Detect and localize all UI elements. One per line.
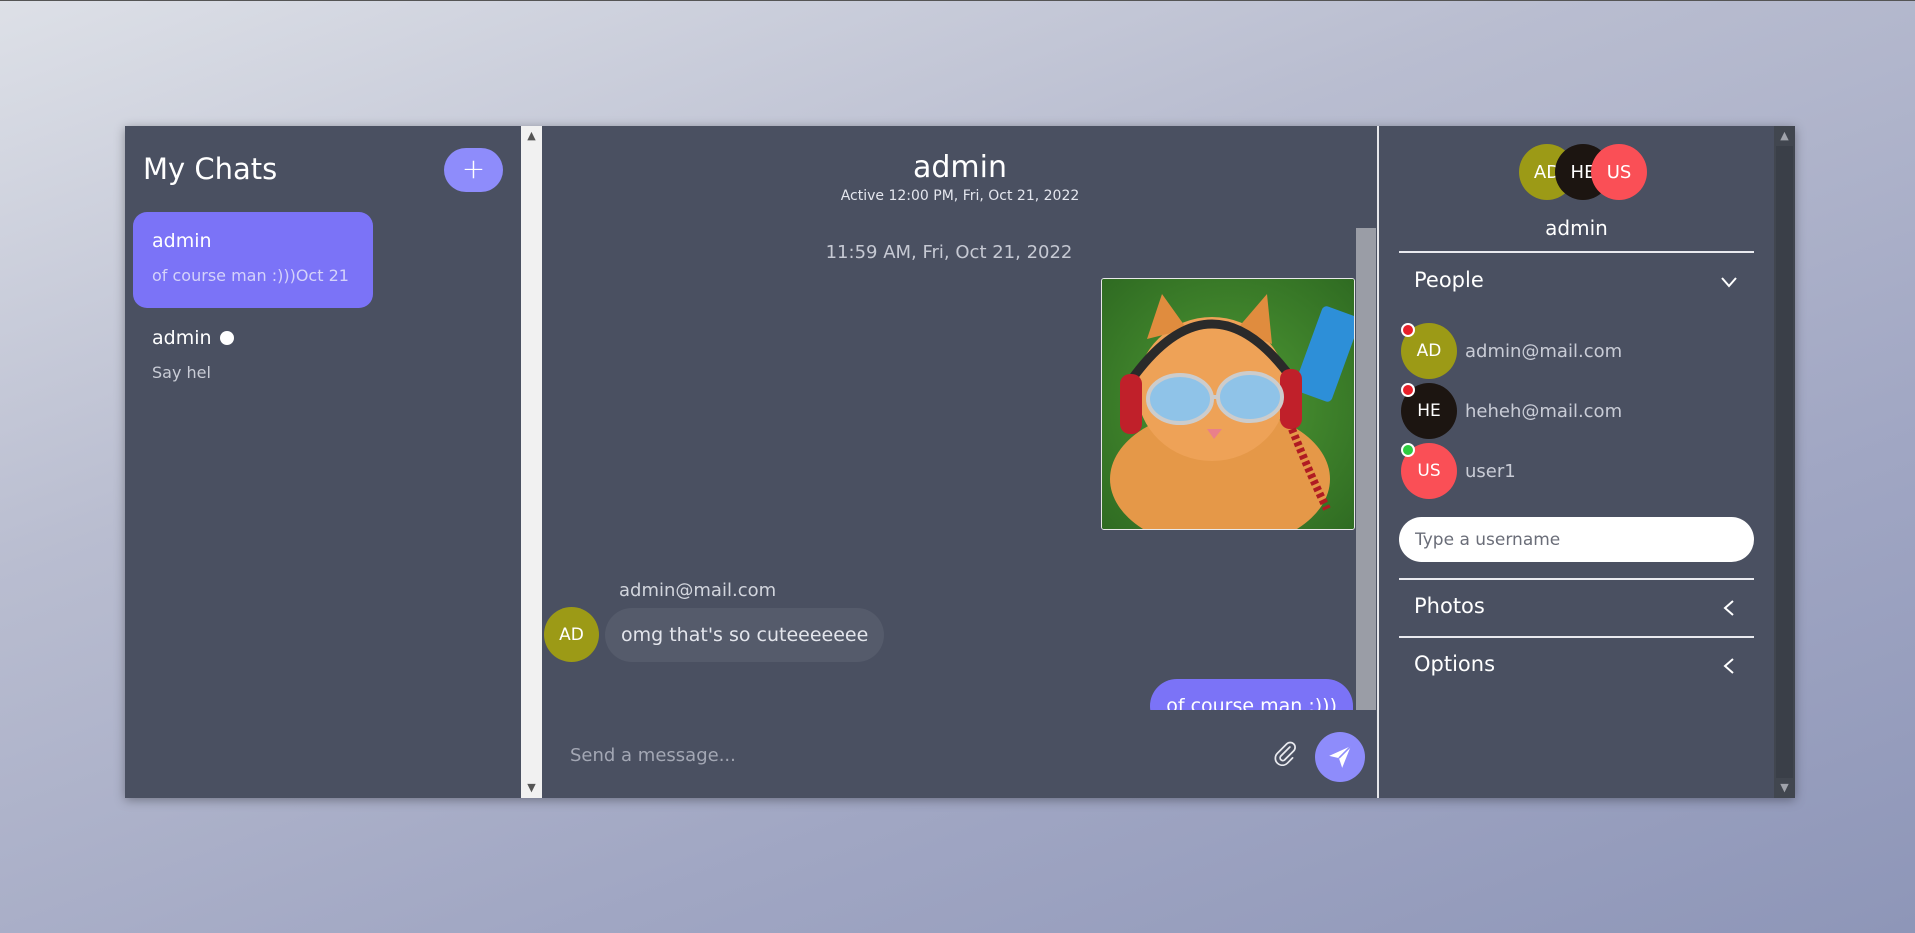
username-input[interactable] [1399,517,1754,562]
new-chat-button[interactable]: + [444,148,503,192]
message-input[interactable] [570,738,1250,772]
divider [1399,251,1754,253]
cat-photo-icon [1102,279,1354,529]
unread-dot-icon [219,331,234,345]
photos-section-header[interactable]: Photos [1399,580,1754,636]
person-row[interactable]: US user1 [1401,443,1751,499]
conversation-title: admin [913,150,1007,185]
message-feed-scrollbar[interactable] [1356,228,1376,710]
chat-name-text: admin [152,230,212,252]
conversation-status: Active 12:00 PM, Fri, Oct 21, 2022 [840,188,1080,204]
chat-list-item[interactable]: admin of course man :)))Oct 21 [133,212,373,308]
send-button[interactable] [1315,732,1365,782]
avatar-initials: AD [1416,341,1442,361]
sender-email: admin@mail.com [619,580,777,601]
person-row[interactable]: HE heheh@mail.com [1401,383,1751,439]
scroll-down-icon[interactable]: ▼ [521,780,542,796]
chat-name-text: admin [152,327,212,349]
message-timestamp: 11:59 AM, Fri, Oct 21, 2022 [825,242,1073,263]
center-scrollbar[interactable]: ▲ ▼ [521,126,542,798]
send-icon [1329,745,1352,768]
status-offline-icon [1401,323,1415,337]
chats-sidebar: My Chats + admin of course man :)))Oct 2… [125,126,521,798]
avatar-initials: US [1417,461,1441,481]
message-feed: 11:59 AM, Fri, Oct 21, 2022 admin@mail.c… [542,228,1378,710]
conversation-panel: admin Active 12:00 PM, Fri, Oct 21, 2022… [542,126,1378,798]
person-email: admin@mail.com [1465,340,1623,362]
person-email: heheh@mail.com [1465,400,1623,422]
chat-app: My Chats + admin of course man :)))Oct 2… [125,126,1795,798]
avatar: HE [1401,383,1457,439]
chat-list-item[interactable]: admin Say hel [133,309,373,405]
scroll-up-icon[interactable]: ▲ [1774,128,1795,144]
chevron-down-icon [1721,277,1737,288]
avatar: AD [1401,323,1457,379]
chat-preview: Say hel [152,363,211,382]
section-label: Photos [1414,594,1485,618]
scroll-up-icon[interactable]: ▲ [521,128,542,144]
sidebar-title: My Chats [143,152,278,186]
chevron-left-icon [1723,600,1734,616]
chat-name: admin [152,230,354,252]
avatar-initials: HE [1417,401,1441,421]
avatar: US [1401,443,1457,499]
status-online-icon [1401,443,1415,457]
chat-details-title: admin [1545,216,1608,240]
message-composer [542,710,1378,798]
scroll-down-icon[interactable]: ▼ [1774,780,1795,796]
chat-name: admin [152,327,354,349]
details-scrollbar[interactable]: ▲ ▼ [1774,126,1795,798]
incoming-message: omg that's so cuteeeeeee [605,608,885,662]
status-offline-icon [1401,383,1415,397]
section-label: Options [1414,652,1496,676]
scrollbar-thumb[interactable] [1776,146,1793,778]
people-section-header[interactable]: People [1399,254,1754,310]
person-email: user1 [1465,460,1516,482]
outgoing-message: of course man :))) [1150,679,1353,710]
section-label: People [1414,268,1484,292]
chat-preview: of course man :)))Oct 21 [152,266,349,285]
chat-details-panel: AD HE US admin People AD admin@mail.com … [1379,126,1774,798]
options-section-header[interactable]: Options [1399,638,1754,694]
avatar: US [1591,144,1647,200]
avatar: AD [544,607,599,662]
image-message[interactable] [1101,278,1355,530]
person-row[interactable]: AD admin@mail.com [1401,323,1751,379]
member-avatars: AD HE US [1519,144,1649,200]
paperclip-icon[interactable] [1272,740,1298,766]
chevron-left-icon [1723,658,1734,674]
